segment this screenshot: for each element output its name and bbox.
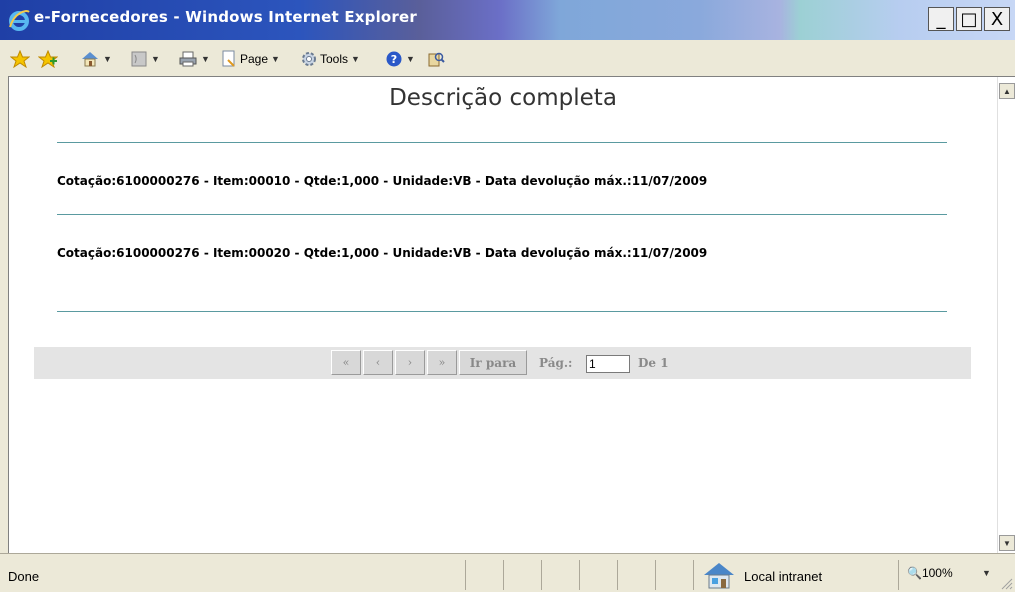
zoom-dropdown-icon[interactable]: ▼ (982, 568, 991, 578)
go-to-page-button[interactable]: Ir para (459, 350, 527, 375)
page-icon (222, 50, 235, 67)
status-pane (541, 560, 542, 590)
divider (57, 311, 947, 312)
next-page-button[interactable]: › (395, 350, 425, 375)
last-page-button[interactable]: » (427, 350, 457, 375)
previous-page-icon: ‹ (375, 356, 381, 369)
favorites-button[interactable] (10, 49, 30, 69)
status-pane (655, 560, 656, 590)
research-button[interactable] (427, 49, 445, 69)
print-button[interactable]: ▼ (178, 49, 210, 69)
home-icon (82, 52, 98, 67)
window-title: e-Fornecedores - Windows Internet Explor… (34, 8, 418, 26)
add-favorites-button[interactable] (38, 49, 58, 69)
status-pane (579, 560, 580, 590)
ie-logo-icon (9, 10, 30, 31)
scroll-down-icon: ▼ (1003, 538, 1011, 548)
status-text: Done (8, 569, 40, 584)
page-title: Descrição completa (389, 85, 617, 111)
page-number-input[interactable] (586, 355, 630, 373)
tools-dropdown-icon: ▼ (351, 54, 360, 64)
tools-menu-label: Tools (320, 52, 349, 66)
help-button[interactable]: ? ▼ (385, 49, 415, 69)
last-page-icon: » (438, 356, 446, 369)
page-dropdown-icon: ▼ (271, 54, 280, 64)
scroll-down-button[interactable]: ▼ (999, 535, 1015, 551)
feeds-button[interactable]: ▼ (130, 49, 160, 69)
first-page-icon: « (342, 356, 350, 369)
command-bar: ▼ ▼ ▼ Page ▼ Tools ▼ ? ▼ (0, 40, 1015, 76)
research-icon (428, 52, 445, 67)
status-pane (465, 560, 466, 590)
home-dropdown-icon[interactable]: ▼ (103, 54, 112, 64)
status-pane (898, 560, 899, 590)
favorites-star-icon (10, 50, 30, 68)
vertical-scrollbar[interactable]: ▲ ▼ (997, 77, 1015, 553)
status-pane (503, 560, 504, 590)
minimize-button[interactable]: _ (928, 7, 954, 31)
maximize-button[interactable]: □ (956, 7, 982, 31)
quote-item-line: Cotação:6100000276 - Item:00010 - Qtde:1… (57, 174, 708, 188)
total-pages-label: De 1 (638, 356, 669, 370)
print-icon (179, 51, 197, 67)
print-dropdown-icon[interactable]: ▼ (201, 54, 210, 64)
page-label: Pág.: (539, 356, 573, 370)
page-content: Descrição completa Cotação:6100000276 - … (8, 76, 1015, 553)
help-icon: ? (386, 51, 402, 67)
status-pane (693, 560, 694, 590)
feeds-dropdown-icon[interactable]: ▼ (151, 54, 160, 64)
help-dropdown-icon[interactable]: ▼ (406, 54, 415, 64)
pagination-bar: « ‹ › » Ir para Pág.: De 1 (34, 347, 971, 379)
quote-item-line: Cotação:6100000276 - Item:00020 - Qtde:1… (57, 246, 708, 260)
title-bar[interactable]: e-Fornecedores - Windows Internet Explor… (0, 0, 1015, 40)
status-bar: Done Local intranet 🔍100% ▼ (0, 553, 1015, 592)
tools-gear-icon (302, 52, 316, 66)
local-intranet-icon (704, 563, 734, 589)
home-button[interactable]: ▼ (80, 49, 112, 69)
zoom-value: 100% (921, 566, 953, 580)
feeds-icon (131, 51, 147, 67)
divider (57, 142, 947, 143)
add-favorites-icon (38, 50, 58, 68)
scroll-up-icon: ▲ (1003, 86, 1011, 96)
maximize-icon: □ (960, 8, 978, 30)
security-zone-label[interactable]: Local intranet (744, 569, 822, 584)
scroll-up-button[interactable]: ▲ (999, 83, 1015, 99)
status-pane (617, 560, 618, 590)
previous-page-button[interactable]: ‹ (363, 350, 393, 375)
ie-window: e-Fornecedores - Windows Internet Explor… (0, 0, 1015, 592)
divider (57, 214, 947, 215)
page-menu-label: Page (240, 52, 269, 66)
first-page-button[interactable]: « (331, 350, 361, 375)
minimize-icon: _ (936, 8, 946, 30)
close-button[interactable]: X (984, 7, 1010, 31)
svg-text:?: ? (391, 53, 397, 66)
page-menu[interactable]: Page ▼ (220, 49, 280, 69)
resize-grip-icon[interactable] (1001, 578, 1013, 590)
zoom-level[interactable]: 🔍100% (907, 566, 953, 580)
close-icon: X (990, 8, 1004, 30)
next-page-icon: › (407, 356, 413, 369)
tools-menu[interactable]: Tools ▼ (300, 49, 360, 69)
